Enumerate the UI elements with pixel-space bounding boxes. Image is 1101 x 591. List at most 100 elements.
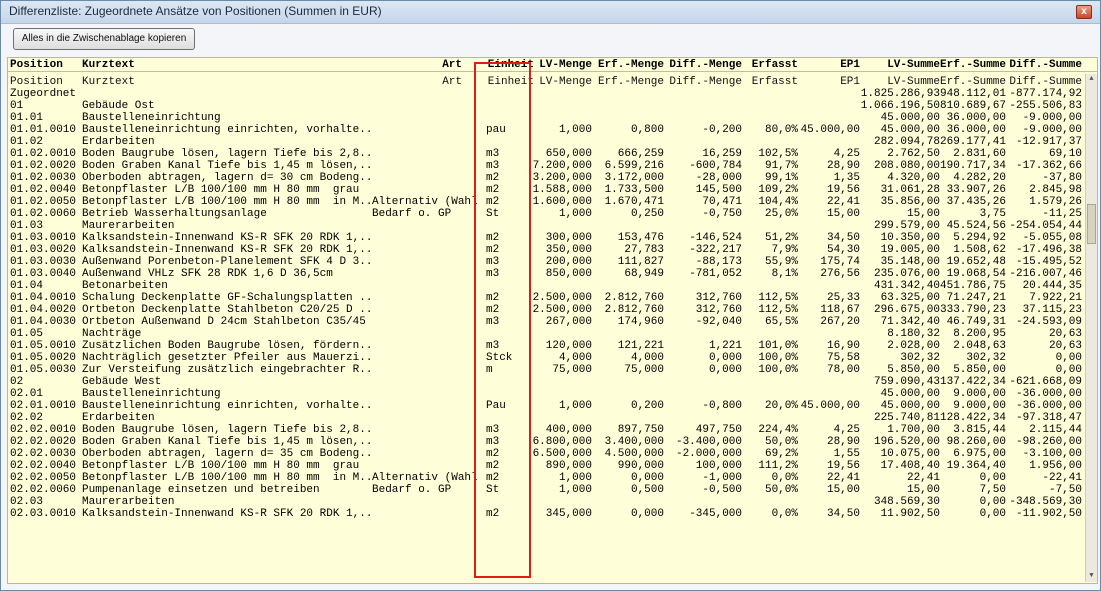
cell-lv-summe: 35.148,00 (880, 256, 940, 268)
cell-lv-summe: 1.066.196,50 (860, 100, 940, 112)
table-row[interactable]: 01.02.0010 Boden Baugrube lösen, lagern T… (8, 148, 1097, 160)
cell-diff-menge: 0,000 (708, 352, 742, 364)
cell-diff-menge: -92,040 (695, 316, 742, 328)
cell-lv-summe: 302,32 (900, 352, 940, 364)
copy-all-to-clipboard-button[interactable]: Alles in die Zwischenablage kopieren (13, 28, 195, 50)
table-row[interactable]: 01.02.0030 Oberboden abtragen, lagern d= … (8, 172, 1097, 184)
cell-kurztext: Boden Baugrube lösen, lagern Tiefe bis 2… (82, 148, 374, 160)
table-row[interactable]: Zugeordnet 1.825.286,93 948.112,01 -877.174… (8, 88, 1097, 100)
cell-erf-summe: 810.689,67 (940, 100, 1006, 112)
table-row[interactable]: 02.02.0040 Betonpflaster L/B 100/100 mm H… (8, 460, 1097, 472)
cell-lv-menge: 120,000 (545, 340, 592, 352)
table-row[interactable]: 01.03.0010 Kalksandstein-Innenwand KS-R S… (8, 232, 1097, 244)
cell-erf-summe: 137.422,34 (940, 376, 1006, 388)
table-row[interactable]: 02.03.0010 Kalksandstein-Innenwand KS-R S… (8, 508, 1097, 520)
cell-erf-menge: 75,000 (624, 364, 664, 376)
cell-lv-summe: 35.856,00 (880, 196, 940, 208)
table-row[interactable]: 02.02.0050 Betonpflaster L/B 100/100 mm H… (8, 472, 1097, 484)
table-row[interactable]: 01 Gebäude Ost 1.066.196,50 810.689,67 -255.… (8, 100, 1097, 112)
cell-erfasst: 69,2% (764, 448, 798, 460)
cell-erf-menge: 2.812,760 (604, 304, 664, 316)
cell-erfasst: 51,2% (764, 232, 798, 244)
cell-diff-menge: 497,750 (695, 424, 742, 436)
label-erfasst: Erfasst (751, 76, 798, 88)
table-row[interactable]: 01.01 Baustelleneinrichtung 45.000,00 36.00… (8, 112, 1097, 124)
table-row[interactable]: 02.03 Maurerarbeiten 348.569,30 0,00 -348.56… (8, 496, 1097, 508)
table-row[interactable]: 02 Gebäude West 759.090,43 137.422,34 -621.6… (8, 376, 1097, 388)
cell-einheit: m3 (486, 160, 500, 172)
cell-erf-summe: 128.422,34 (940, 412, 1006, 424)
cell-erfasst: 0,0% (771, 508, 798, 520)
table-row[interactable]: 01.05.0030 Zur Versteifung zusätzlich ein… (8, 364, 1097, 376)
cell-lv-summe: 759.090,43 (873, 376, 940, 388)
table-row[interactable]: 02.02.0060 Pumpenanlage einsetzen und bet… (8, 484, 1097, 496)
table-row[interactable]: 01.02 Erdarbeiten 282.094,78 269.177,41 -12.… (8, 136, 1097, 148)
cell-lv-summe: 45.000,00 (880, 388, 940, 400)
cell-einheit: m3 (486, 148, 500, 160)
table-row[interactable]: 01.03.0030 Außenwand Porenbeton-Planeleme… (8, 256, 1097, 268)
cell-kurztext: Betonpflaster L/B 100/100 mm H 80 mm gra… (82, 184, 360, 196)
table-row[interactable]: 01.05.0020 Nachträglich gesetzter Pfeiler… (8, 352, 1097, 364)
cell-ep1: 78,00 (826, 364, 860, 376)
table-row[interactable]: 01.04.0030 Ortbeton Außenwand D 24cm Stah… (8, 316, 1097, 328)
cell-diff-summe: -36.000,00 (1015, 400, 1082, 412)
cell-position: 02.02.0040 (10, 460, 77, 472)
cell-art: Bedarf o. GP (372, 208, 452, 220)
table-row[interactable]: 02.02.0030 Oberboden abtragen, lagern d= … (8, 448, 1097, 460)
cell-erf-menge: 1.670,471 (604, 196, 664, 208)
cell-erfasst: 20,0% (764, 400, 798, 412)
cell-lv-summe: 296.675,00 (873, 304, 940, 316)
cell-diff-menge: -146,524 (689, 232, 742, 244)
cell-erf-menge: 0,800 (630, 124, 664, 136)
table-row[interactable]: 01.05 Nachträge 8.180,32 8.200,95 20,63 (8, 328, 1097, 340)
cell-einheit: m2 (486, 232, 500, 244)
table-row[interactable]: 02.02 Erdarbeiten 225.740,81 128.422,34 -97.… (8, 412, 1097, 424)
table-row[interactable]: 01.01.0010 Baustelleneinrichtung einricht… (8, 124, 1097, 136)
cell-erfasst: 100,0% (758, 364, 798, 376)
table-row[interactable]: 01.03 Maurerarbeiten 299.579,00 45.524,56 -2… (8, 220, 1097, 232)
table-row[interactable]: 01.04.0010 Schalung Deckenplatte GF-Schal… (8, 292, 1097, 304)
cell-position: 02.02.0010 (10, 424, 77, 436)
close-button[interactable]: x (1076, 5, 1092, 19)
cell-kurztext: Außenwand Porenbeton-Planelement SFK 4 D… (82, 256, 374, 268)
cell-kurztext: Betonpflaster L/B 100/100 mm H 80 mm in … (82, 196, 374, 208)
cell-lv-summe: 15,00 (906, 208, 940, 220)
cell-lv-summe: 208.080,00 (873, 160, 940, 172)
column-header-row: Position Kurztext Art Einheit LV-Menge E… (8, 59, 1097, 71)
table-row[interactable]: 01.02.0060 Betrieb Wasserhaltungsanlage Be… (8, 208, 1097, 220)
table-row[interactable]: 01.03.0020 Kalksandstein-Innenwand KS-R S… (8, 244, 1097, 256)
cell-erfasst: 111,2% (758, 460, 798, 472)
cell-lv-summe: 31.061,28 (880, 184, 940, 196)
cell-lv-menge: 300,000 (545, 232, 592, 244)
table-row[interactable]: 02.01 Baustelleneinrichtung 45.000,00 9.000… (8, 388, 1097, 400)
scroll-thumb[interactable] (1087, 204, 1096, 244)
cell-lv-menge: 1,000 (558, 208, 592, 220)
table-row[interactable]: 01.04 Betonarbeiten 431.342,40 451.786,75 20… (8, 280, 1097, 292)
cell-ep1: 45.000,00 (800, 124, 860, 136)
table-row[interactable]: 01.05.0010 Zusätzlichen Boden Baugrube lö… (8, 340, 1097, 352)
cell-kurztext: Boden Graben Kanal Tiefe bis 1,45 m löse… (82, 160, 374, 172)
table-row[interactable]: 02.02.0020 Boden Graben Kanal Tiefe bis 1… (8, 436, 1097, 448)
cell-kurztext: Baustelleneinrichtung (82, 388, 221, 400)
cell-lv-summe: 63.325,00 (880, 292, 940, 304)
cell-lv-menge: 4,000 (558, 352, 592, 364)
cell-lv-menge: 3.200,000 (532, 172, 592, 184)
table-row[interactable]: 01.02.0020 Boden Graben Kanal Tiefe bis 1… (8, 160, 1097, 172)
table-row[interactable]: 01.03.0040 Außenwand VHLz SFK 28 RDK 1,6 … (8, 268, 1097, 280)
table-row[interactable]: 02.02.0010 Boden Baugrube lösen, lagern T… (8, 424, 1097, 436)
table-row[interactable]: 01.04.0020 Ortbeton Deckenplatte Stahlbet… (8, 304, 1097, 316)
cell-erfasst: 224,4% (758, 424, 798, 436)
scroll-down-arrow-icon[interactable]: ▼ (1086, 571, 1097, 582)
cell-diff-summe: 1.579,26 (1029, 196, 1082, 208)
cell-lv-menge: 1,000 (558, 472, 592, 484)
table-row[interactable]: 02.01.0010 Baustelleneinrichtung einricht… (8, 400, 1097, 412)
cell-position: 01.03.0020 (10, 244, 77, 256)
cell-diff-menge: 145,500 (695, 184, 742, 196)
scroll-up-arrow-icon[interactable]: ▲ (1086, 74, 1097, 85)
difference-table[interactable]: Position Kurztext Art Einheit LV-Menge E… (7, 57, 1098, 584)
cell-diff-summe: -11,25 (1042, 208, 1082, 220)
table-row[interactable]: 01.02.0050 Betonpflaster L/B 100/100 mm H… (8, 196, 1097, 208)
cell-position: 01.04 (10, 280, 44, 292)
table-row[interactable]: 01.02.0040 Betonpflaster L/B 100/100 mm H… (8, 184, 1097, 196)
vertical-scrollbar[interactable]: ▲ ▼ (1085, 74, 1097, 582)
